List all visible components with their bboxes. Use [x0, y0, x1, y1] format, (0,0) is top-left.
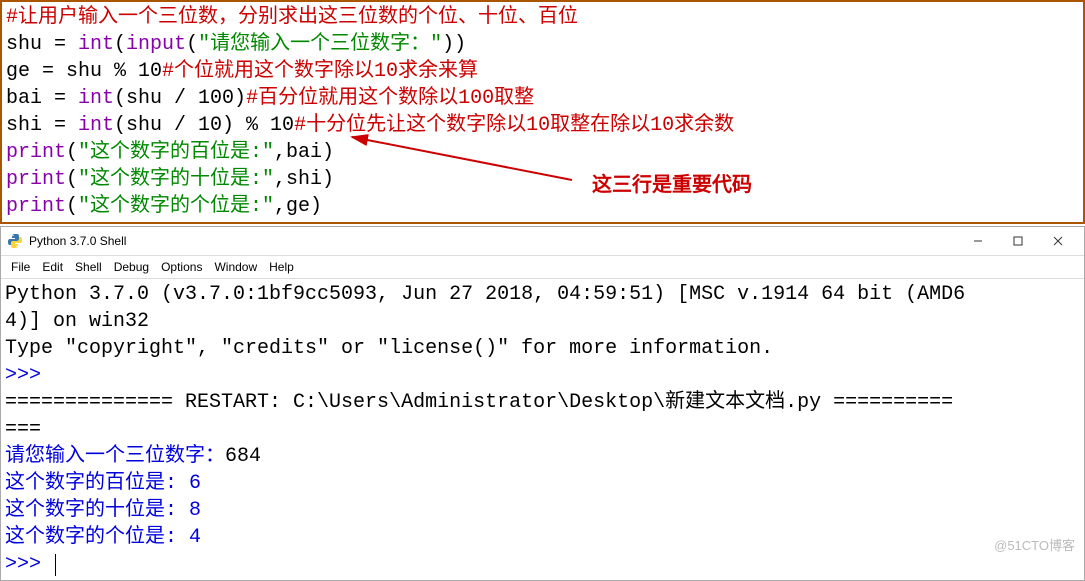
shell-banner-line: Type "copyright", "credits" or "license(… — [5, 335, 1080, 362]
shell-restart-line: === — [5, 416, 1080, 443]
menu-file[interactable]: File — [5, 258, 36, 276]
annotation-text: 这三行是重要代码 — [592, 172, 752, 199]
close-button[interactable] — [1038, 230, 1078, 252]
menu-options[interactable]: Options — [155, 258, 208, 276]
shell-prompt-line: >>> — [5, 551, 1080, 578]
annotation-arrow — [342, 132, 582, 202]
window-title: Python 3.7.0 Shell — [29, 234, 958, 248]
menu-window[interactable]: Window — [208, 258, 263, 276]
menu-shell[interactable]: Shell — [69, 258, 108, 276]
shell-output-line: 这个数字的个位是: 4 — [5, 524, 1080, 551]
code-line-3: ge = shu % 10#个位就用这个数字除以10求余来算 — [6, 58, 1079, 85]
code-comment: #让用户输入一个三位数，分别求出这三位数的个位、十位、百位 — [6, 6, 578, 29]
code-line-2: shu = int(input("请您输入一个三位数字：")) — [6, 31, 1079, 58]
code-line-1: #让用户输入一个三位数，分别求出这三位数的个位、十位、百位 — [6, 4, 1079, 31]
minimize-button[interactable] — [958, 230, 998, 252]
shell-restart-line: ============== RESTART: C:\Users\Adminis… — [5, 389, 1080, 416]
python-icon — [7, 233, 23, 249]
menu-edit[interactable]: Edit — [36, 258, 69, 276]
shell-input-line: 请您输入一个三位数字：684 — [5, 443, 1080, 470]
shell-banner-line: Python 3.7.0 (v3.7.0:1bf9cc5093, Jun 27 … — [5, 281, 1080, 308]
shell-output-line: 这个数字的十位是: 8 — [5, 497, 1080, 524]
maximize-button[interactable] — [998, 230, 1038, 252]
shell-prompt-line: >>> — [5, 362, 1080, 389]
text-cursor — [55, 554, 56, 576]
menu-help[interactable]: Help — [263, 258, 300, 276]
shell-banner-line: 4)] on win32 — [5, 308, 1080, 335]
window-controls — [958, 230, 1078, 252]
menu-bar: File Edit Shell Debug Options Window Hel… — [1, 256, 1084, 279]
python-shell-window: Python 3.7.0 Shell File Edit Shell Debug… — [0, 226, 1085, 581]
shell-output-line: 这个数字的百位是: 6 — [5, 470, 1080, 497]
menu-debug[interactable]: Debug — [108, 258, 155, 276]
window-title-bar: Python 3.7.0 Shell — [1, 227, 1084, 256]
code-editor: #让用户输入一个三位数，分别求出这三位数的个位、十位、百位 shu = int(… — [0, 0, 1085, 224]
shell-output[interactable]: Python 3.7.0 (v3.7.0:1bf9cc5093, Jun 27 … — [1, 279, 1084, 580]
watermark: @51CTO博客 — [994, 535, 1075, 554]
code-line-4: bai = int(shu / 100)#百分位就用这个数除以100取整 — [6, 85, 1079, 112]
